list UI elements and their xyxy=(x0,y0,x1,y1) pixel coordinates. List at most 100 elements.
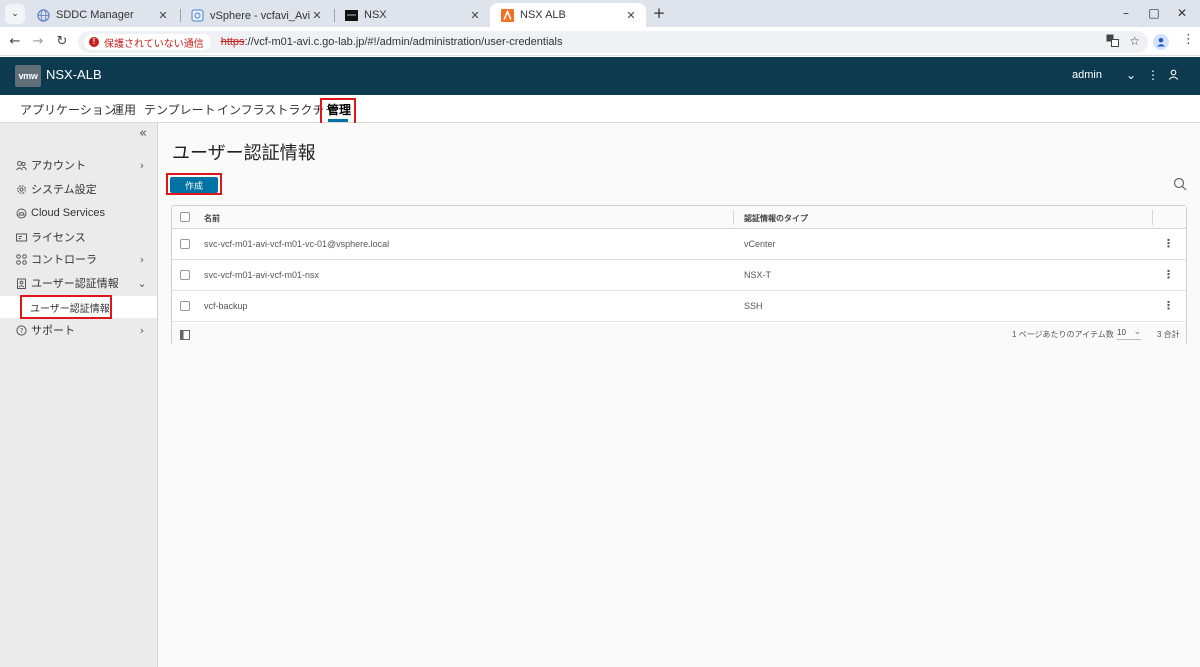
sidebar-item-support[interactable]: ? サポート › xyxy=(0,319,157,341)
reload-button[interactable]: ↻ xyxy=(53,33,71,51)
vmware-globe-icon xyxy=(36,8,50,22)
browser-toolbar: ← → ↻ ! 保護されていない通信 https://vcf-m01-avi.c… xyxy=(0,27,1200,56)
chevron-down-icon: ⌄ xyxy=(137,276,147,290)
profile-avatar[interactable] xyxy=(1153,34,1169,50)
tab-close-icon[interactable]: ✕ xyxy=(156,9,170,22)
row-type: NSX-T xyxy=(744,270,771,280)
help-icon: ? xyxy=(16,324,27,336)
row-checkbox[interactable] xyxy=(180,301,190,311)
gear-icon xyxy=(16,184,27,195)
chevron-down-icon: ⌄ xyxy=(1133,326,1141,336)
row-actions-kebab-icon[interactable]: ⋮ xyxy=(1163,268,1174,281)
vmware-logo: vmw xyxy=(15,65,41,87)
license-icon xyxy=(16,232,27,243)
nsx-icon xyxy=(344,8,358,22)
sidebar-item-licensing[interactable]: ライセンス xyxy=(0,226,157,248)
url-text[interactable]: https://vcf-m01-avi.c.go-lab.jp/#!/admin… xyxy=(221,36,563,48)
main-nav: アプリケーション 運用 テンプレート インフラストラクチャ 管理 xyxy=(0,95,1200,123)
person-icon xyxy=(1157,38,1165,47)
sidebar-item-label: サポート xyxy=(31,325,75,337)
browser-tab-vsphere[interactable]: vSphere - vcfavi_Avi-se-jjiso - サ ✕ xyxy=(180,3,332,27)
table-header: 名前 認証情報のタイプ xyxy=(172,206,1186,229)
row-actions-kebab-icon[interactable]: ⋮ xyxy=(1163,299,1174,312)
per-page-label: 1 ページあたりのアイテム数 xyxy=(1012,330,1114,339)
table-row[interactable]: svc-vcf-m01-avi-vcf-m01-nsx NSX-T ⋮ xyxy=(172,260,1186,291)
sidebar-subitem-user-credentials[interactable]: ユーザー認証情報 xyxy=(0,296,157,318)
sidebar-item-label: ライセンス xyxy=(31,232,86,244)
browser-tab-nsx[interactable]: NSX ✕ xyxy=(334,3,490,27)
omnibox-actions: ☆ xyxy=(1106,34,1140,50)
row-name: vcf-backup xyxy=(204,301,248,311)
row-checkbox[interactable] xyxy=(180,270,190,280)
header-kebab-icon[interactable]: ⋮ xyxy=(1147,68,1159,82)
nav-tab-templates[interactable]: テンプレート xyxy=(144,101,216,118)
tab-close-icon[interactable]: ✕ xyxy=(310,9,324,22)
svg-text:?: ? xyxy=(20,327,24,335)
user-profile-icon[interactable] xyxy=(1168,69,1179,83)
credentials-table: 名前 認証情報のタイプ svc-vcf-m01-avi-vcf-m01-vc-0… xyxy=(171,205,1187,345)
chevron-right-icon: › xyxy=(139,252,145,266)
per-page-value: 10 xyxy=(1117,328,1126,337)
browser-tab-sddc-manager[interactable]: SDDC Manager ✕ xyxy=(26,3,178,27)
active-tab-indicator xyxy=(328,119,348,122)
column-divider[interactable] xyxy=(1152,210,1153,225)
user-name[interactable]: admin xyxy=(1072,69,1102,81)
chevron-down-icon: ⌄ xyxy=(11,9,19,19)
security-indicator[interactable]: ! 保護されていない通信 xyxy=(84,34,211,50)
create-button[interactable]: 作成 xyxy=(170,177,218,193)
maximize-button[interactable]: □ xyxy=(1142,4,1166,22)
main-content: ユーザー認証情報 作成 名前 認証情報のタイプ svc-vcf-m01-avi-… xyxy=(158,123,1200,667)
sidebar-collapse-icon[interactable]: « xyxy=(139,126,147,141)
row-actions-kebab-icon[interactable]: ⋮ xyxy=(1163,237,1174,250)
row-name: svc-vcf-m01-avi-vcf-m01-vc-01@vsphere.lo… xyxy=(204,239,390,249)
url-scheme: https xyxy=(220,36,245,48)
sidebar-item-label: コントローラ xyxy=(31,254,97,266)
search-icon[interactable] xyxy=(1173,177,1187,191)
translate-icon[interactable] xyxy=(1106,34,1120,50)
nav-tab-infrastructure[interactable]: インフラストラクチャ xyxy=(217,101,336,118)
browser-menu-kebab-icon[interactable]: ⋮ xyxy=(1182,32,1195,47)
browser-tab-nsx-alb[interactable]: NSX ALB ✕ xyxy=(490,3,646,27)
address-bar[interactable]: ! 保護されていない通信 https://vcf-m01-avi.c.go-la… xyxy=(78,31,1148,53)
row-name: svc-vcf-m01-avi-vcf-m01-nsx xyxy=(204,270,320,280)
per-page-select[interactable]: 10 ⌄ xyxy=(1117,326,1141,340)
arrow-right-icon: → xyxy=(32,34,44,49)
sidebar-item-accounts[interactable]: アカウント › xyxy=(0,154,157,176)
sidebar-item-label: システム設定 xyxy=(31,184,97,196)
user-menu-chevron-down-icon[interactable]: ⌄ xyxy=(1126,68,1136,82)
sidebar-item-cloud-services[interactable]: Cloud Services xyxy=(0,202,157,224)
security-label: 保護されていない通信 xyxy=(104,38,204,50)
nav-tab-applications[interactable]: アプリケーション xyxy=(20,101,116,118)
row-checkbox[interactable] xyxy=(180,239,190,249)
minimize-button[interactable]: – xyxy=(1114,4,1138,22)
sidebar-item-system-settings[interactable]: システム設定 xyxy=(0,178,157,200)
column-header-type[interactable]: 認証情報のタイプ xyxy=(744,213,808,224)
page-title: ユーザー認証情報 xyxy=(172,143,316,163)
sidebar-item-label: Cloud Services xyxy=(31,207,105,219)
vsphere-icon xyxy=(190,8,204,22)
tab-close-icon[interactable]: ✕ xyxy=(468,9,482,22)
controller-icon xyxy=(16,253,27,265)
close-window-button[interactable]: ✕ xyxy=(1170,4,1194,22)
tab-search-menu-button[interactable]: ⌄ xyxy=(5,4,25,24)
select-all-checkbox[interactable] xyxy=(180,212,190,222)
url-path: ://vcf-m01-avi.c.go-lab.jp/#!/admin/admi… xyxy=(244,36,563,48)
column-toggle-icon[interactable] xyxy=(180,329,190,343)
column-header-name[interactable]: 名前 xyxy=(204,213,220,224)
table-footer: 1 ページあたりのアイテム数 10 ⌄ 3 合計 xyxy=(172,323,1186,345)
sidebar: « アカウント › システム設定 Cloud Services ライセンス コン… xyxy=(0,123,158,667)
nav-tab-administration[interactable]: 管理 xyxy=(327,101,351,118)
back-button[interactable]: ← xyxy=(6,33,24,51)
table-row[interactable]: svc-vcf-m01-avi-vcf-m01-vc-01@vsphere.lo… xyxy=(172,229,1186,260)
bookmark-star-icon[interactable]: ☆ xyxy=(1129,34,1140,50)
forward-button[interactable]: → xyxy=(29,33,47,51)
app-title: NSX-ALB xyxy=(46,67,102,82)
tab-close-icon[interactable]: ✕ xyxy=(624,9,638,22)
table-row[interactable]: vcf-backup SSH ⋮ xyxy=(172,291,1186,322)
column-divider[interactable] xyxy=(733,210,734,225)
credentials-icon xyxy=(16,278,27,289)
new-tab-button[interactable]: + xyxy=(651,4,667,22)
sidebar-item-user-credentials[interactable]: ユーザー認証情報 ⌄ xyxy=(0,272,157,294)
sidebar-item-controller[interactable]: コントローラ › xyxy=(0,248,157,270)
nav-tab-operations[interactable]: 運用 xyxy=(112,101,136,118)
